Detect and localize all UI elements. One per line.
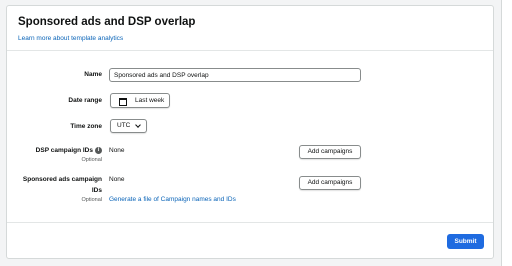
dsp-campaign-ids-label: DSP campaign IDs i xyxy=(7,145,102,156)
submit-button[interactable]: Submit xyxy=(447,234,484,249)
side-panel-edge xyxy=(501,0,512,266)
dsp-campaign-ids-value: None xyxy=(109,147,125,154)
sponsored-ads-campaign-ids-label: Sponsored ads campaign IDs xyxy=(7,174,102,196)
dsp-add-campaigns-button[interactable]: Add campaigns xyxy=(299,145,361,159)
header-divider xyxy=(7,50,493,51)
sponsored-ads-campaign-ids-value: None xyxy=(109,176,125,183)
time-zone-value: UTC xyxy=(117,122,131,129)
template-panel: Sponsored ads and DSP overlap Learn more… xyxy=(6,5,494,259)
dsp-optional-label: Optional xyxy=(81,157,103,163)
date-range-value: Last week xyxy=(135,97,165,104)
name-label: Name xyxy=(84,71,102,78)
sponsored-ads-add-campaigns-button[interactable]: Add campaigns xyxy=(299,176,361,190)
dsp-campaign-ids-label-text: DSP campaign IDs xyxy=(35,147,93,154)
template-analytics-link[interactable]: Learn more about template analytics xyxy=(18,35,123,42)
date-range-button[interactable]: Last week xyxy=(110,93,170,108)
time-zone-select[interactable]: UTC xyxy=(110,119,147,133)
name-input[interactable] xyxy=(109,68,361,82)
page-title: Sponsored ads and DSP overlap xyxy=(18,16,196,28)
sponsored-ads-optional-label: Optional xyxy=(81,197,103,203)
sponsored-ads-label-line2: IDs xyxy=(91,187,102,194)
calendar-icon xyxy=(119,98,127,106)
time-zone-label: Time zone xyxy=(70,123,102,130)
sponsored-ads-label-line1: Sponsored ads campaign xyxy=(22,176,102,183)
generate-campaign-file-link[interactable]: Generate a file of Campaign names and ID… xyxy=(109,196,236,203)
chevron-down-icon xyxy=(135,122,141,128)
info-icon[interactable]: i xyxy=(95,146,102,154)
date-range-label: Date range xyxy=(68,97,102,104)
footer-divider xyxy=(7,222,493,223)
